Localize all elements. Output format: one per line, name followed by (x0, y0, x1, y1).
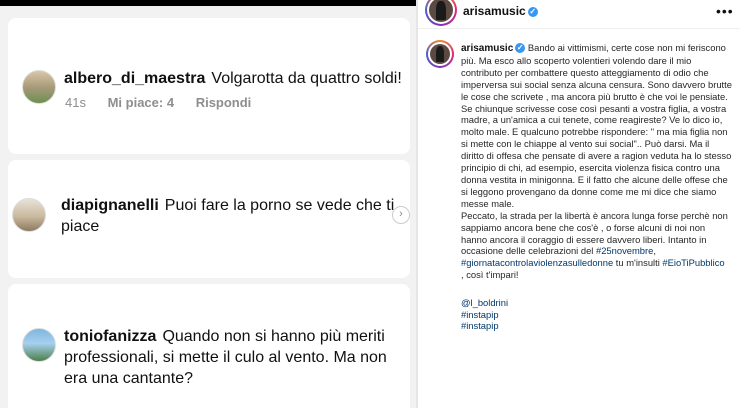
comment-card: diapignanelli Puoi fare la porno se vede … (8, 160, 410, 278)
caption-line: le cose che scrivete , ma ancora più bru… (461, 90, 728, 102)
caption-line: Peccato, la strada per la libertà è anco… (461, 209, 728, 221)
caption-line: , così t'impari! (461, 269, 519, 281)
post-header: arisamusic ✓ ••• (418, 0, 740, 29)
caption-line: hanno ancora il coraggio di essere davve… (461, 233, 707, 245)
caption-username[interactable]: arisamusic (461, 43, 513, 54)
comment-username[interactable]: diapignanelli (61, 197, 159, 214)
caption-line: #giornatacontrolaviolenzasulledonne tu m… (461, 257, 725, 269)
caption-line: arisamusic ✓ Bando ai vittimismi, certe c… (461, 42, 726, 54)
caption-line: madre, a un'amica a cui tenete, come rea… (461, 114, 723, 126)
next-arrow-icon[interactable]: › (392, 206, 410, 224)
mentions-list: @l_boldrini #instapip #instapip (461, 297, 661, 332)
hashtag-link[interactable]: #instapip (461, 320, 661, 332)
top-bar (0, 0, 416, 6)
reply-button[interactable]: Rispondi (196, 95, 252, 110)
comment-body: Volgarotta da quattro soldi! (211, 70, 402, 87)
hashtag-link[interactable]: #25novembre (596, 245, 653, 256)
caption-line: si mette con le chiappe al vento sui soc… (461, 138, 710, 150)
caption-line: sappiamo ancora bene che cos'è , o forse… (461, 221, 706, 233)
comment-time: 41s (65, 95, 86, 110)
comment-card: toniofanizza Quando non si hanno più meri… (8, 284, 410, 414)
comment-username[interactable]: albero_di_maestra (64, 70, 205, 87)
caption-line: messe male. (461, 197, 515, 209)
verified-icon: ✓ (515, 43, 526, 53)
caption-line: occasione delle celebrazioni del #25nove… (461, 245, 656, 257)
caption-line: principio di chi, ad esempio, esercita v… (461, 162, 720, 174)
caption-line: si leggono provengano da donne come me m… (461, 185, 717, 197)
post-caption: arisamusic ✓ Bando ai vittimismi, certe c… (461, 42, 733, 281)
caption-line: Se chiunque scrivesse cose così pesanti … (461, 102, 727, 114)
hashtag-link[interactable]: #instapip (461, 309, 661, 321)
caption-line: donna vestita in minigonna. E il fatto c… (461, 173, 728, 185)
hashtag-link[interactable]: #giornatacontrolaviolenzasulledonne (461, 257, 613, 268)
caption-line: più. Ma esco allo scoperto volentieri vo… (461, 54, 692, 66)
caption-avatar[interactable] (426, 40, 454, 68)
comment-meta: 41s Mi piace: 4 Rispondi (65, 95, 269, 110)
comment-username[interactable]: toniofanizza (64, 328, 156, 345)
post-username[interactable]: arisamusic ✓ (463, 4, 538, 18)
verified-icon: ✓ (527, 7, 538, 17)
more-options-icon[interactable]: ••• (716, 3, 734, 19)
comment-card: albero_di_maestra Volgarotta da quattro s… (8, 18, 410, 154)
comment-text: diapignanelli Puoi fare la porno se vede … (61, 195, 401, 237)
avatar[interactable] (12, 198, 46, 232)
caption-line: diritto di offesa che pensate di avere a… (461, 150, 732, 162)
comment-text: albero_di_maestra Volgarotta da quattro s… (64, 68, 404, 89)
comments-panel: albero_di_maestra Volgarotta da quattro s… (0, 0, 416, 414)
avatar[interactable] (22, 328, 56, 362)
post-panel: arisamusic ✓ ••• arisamusic ✓ Bando ai vit… (418, 0, 740, 408)
caption-line: contributo per combattere questo atteggi… (461, 66, 709, 78)
hashtag-link[interactable]: #EioTiPubblico (662, 257, 724, 268)
avatar[interactable] (22, 70, 56, 104)
mention-link[interactable]: @l_boldrini (461, 297, 661, 309)
caption-line: molto male. E qualcuno potrebbe risponde… (461, 126, 728, 138)
caption-line: imperversa sui social senza alcuna censu… (461, 78, 732, 90)
comment-likes[interactable]: Mi piace: 4 (108, 95, 174, 110)
post-avatar[interactable] (425, 0, 457, 26)
comment-text: toniofanizza Quando non si hanno più meri… (64, 326, 404, 389)
